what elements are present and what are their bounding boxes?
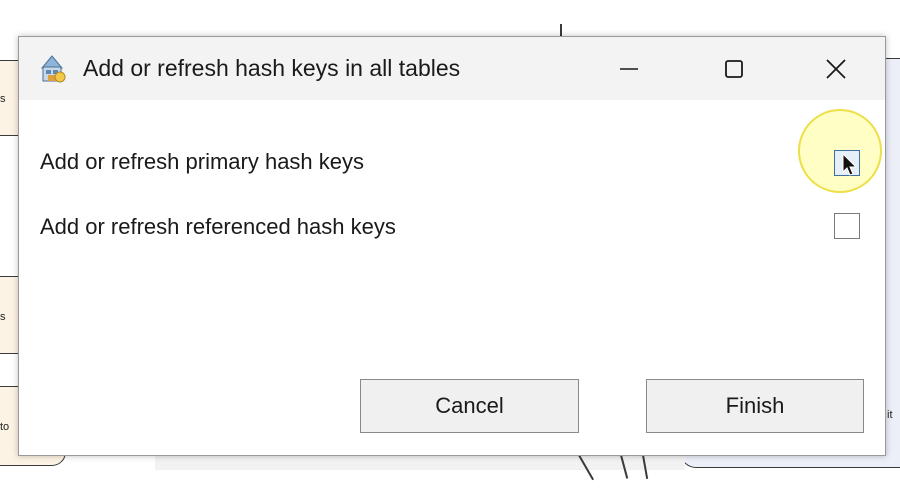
bg-node-label: to [0,421,10,433]
close-button[interactable] [801,37,871,100]
finish-button[interactable]: Finish [646,379,864,433]
maximize-icon [725,59,743,78]
close-icon [826,58,846,79]
bg-node-label: s [0,93,6,105]
primary-hash-keys-label: Add or refresh primary hash keys [40,149,365,174]
app-icon [40,55,66,83]
maximize-button[interactable] [699,37,769,100]
minimize-icon [620,67,638,70]
minimize-button[interactable] [594,37,664,100]
referenced-hash-keys-checkbox[interactable] [834,213,860,239]
hash-keys-dialog: Add or refresh hash keys in all tables A… [18,36,886,456]
dialog-title: Add or refresh hash keys in all tables [83,55,461,81]
cancel-button[interactable]: Cancel [360,379,579,433]
title-bar[interactable]: Add or refresh hash keys in all tables [19,37,885,100]
mouse-pointer-icon [842,153,858,176]
referenced-hash-keys-label: Add or refresh referenced hash keys [40,214,396,239]
bg-node-label: s [0,311,6,323]
